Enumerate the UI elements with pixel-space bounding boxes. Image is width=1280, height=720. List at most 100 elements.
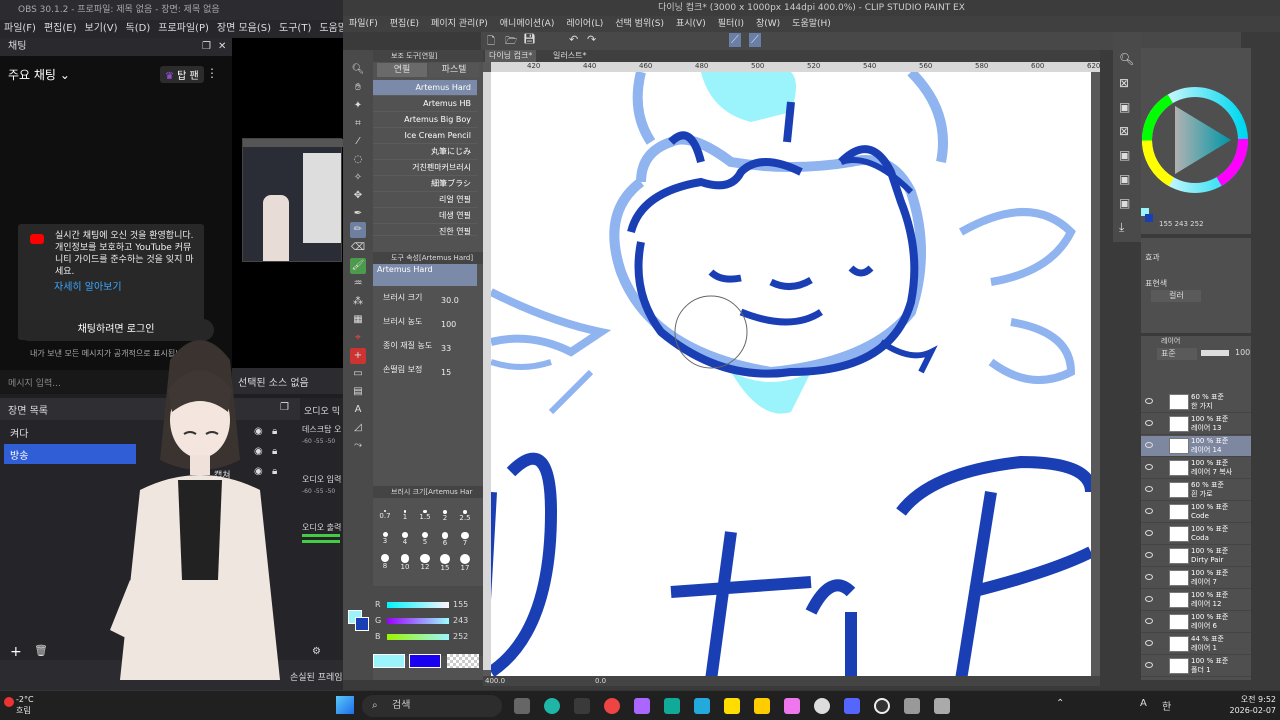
download-icon[interactable]: ⤓ — [1119, 220, 1124, 235]
obs-menu-dock[interactable]: 독(D) — [126, 23, 151, 34]
move-icon[interactable]: ✥ — [350, 188, 366, 204]
brush-item[interactable]: 거친펜마커브러시 — [373, 160, 477, 176]
blend-icon[interactable]: ♒︎ — [350, 276, 366, 292]
csp-menu-file[interactable]: 파일(F) — [349, 19, 378, 29]
eye-icon[interactable] — [1145, 398, 1153, 404]
layer-row[interactable]: 60 % 표준 흰 가로 — [1141, 480, 1251, 501]
csp-menu-help[interactable]: 도움말(H) — [792, 19, 831, 29]
store-icon[interactable] — [694, 698, 710, 714]
eyedropper-icon[interactable]: ⁄ — [350, 134, 366, 150]
obs-menu-help[interactable]: 도움말(H) — [319, 23, 343, 34]
pen-menu-icon[interactable]: A — [1140, 698, 1147, 709]
history-icon[interactable]: ⊠ — [1119, 124, 1129, 138]
csp-menu-view[interactable]: 표시(V) — [676, 19, 706, 29]
operation-icon[interactable]: ⌗ — [350, 116, 366, 132]
fill-icon[interactable]: ⌖ — [350, 330, 366, 346]
snap-special-icon[interactable]: ⟋ — [749, 33, 761, 47]
obs-menu-file[interactable]: 파일(F) — [4, 23, 36, 34]
brush-size-cell[interactable]: 1.5 — [415, 510, 435, 521]
open-folder-icon[interactable]: 🗁 — [505, 34, 517, 51]
brush-size-cell[interactable]: 2.5 — [455, 510, 475, 522]
add-icon[interactable]: + — [10, 644, 22, 660]
select-icon[interactable]: ✦ — [350, 98, 366, 114]
eye-icon[interactable] — [1145, 662, 1153, 668]
wand-icon[interactable]: ✧ — [350, 170, 366, 186]
tool-property-brush[interactable]: Artemus Hard — [373, 264, 477, 286]
subview-icon[interactable]: ⊠ — [1119, 76, 1129, 90]
weather-widget[interactable]: -2°C 흐림 — [16, 694, 34, 716]
zoom-icon[interactable]: 🔍︎ — [350, 62, 366, 78]
app-icon[interactable] — [934, 698, 950, 714]
file-explorer-icon[interactable] — [574, 698, 590, 714]
folder-icon[interactable] — [754, 698, 770, 714]
opacity-value[interactable]: 100 — [1235, 348, 1250, 357]
clip-studio-icon[interactable] — [814, 698, 830, 714]
info-icon[interactable]: ▣ — [1119, 148, 1130, 162]
task-view-icon[interactable] — [514, 698, 530, 714]
brush-size-cell[interactable]: 17 — [455, 554, 475, 572]
eye-icon[interactable] — [1145, 530, 1153, 536]
redo-icon[interactable]: ↷ — [587, 33, 596, 46]
app-icon[interactable] — [634, 698, 650, 714]
prop-stabilization-value[interactable]: 15 — [441, 368, 451, 377]
airbrush-icon[interactable]: ⁂ — [350, 294, 366, 310]
app-icon[interactable] — [904, 698, 920, 714]
obs-menu-profile[interactable]: 프로파일(P) — [158, 23, 209, 34]
brush-size-cell[interactable]: 10 — [395, 554, 415, 571]
rotate-value[interactable]: 0.0 — [595, 677, 606, 685]
chat-mode-selector[interactable]: 주요 채팅 ⌄ — [8, 66, 70, 83]
navigator-icon[interactable]: 🔍︎ — [1119, 52, 1134, 66]
balloon-icon[interactable]: ◿ — [350, 420, 366, 436]
prop-paper-value[interactable]: 33 — [441, 344, 451, 353]
eraser-icon[interactable]: ⌫ — [350, 240, 366, 256]
chevron-up-icon[interactable]: ⌃ — [1056, 698, 1064, 709]
sub-color-swatch[interactable] — [355, 617, 369, 631]
task-icon[interactable]: ▣ — [1119, 172, 1130, 186]
brush-item[interactable]: 細筆ブラシ — [373, 176, 477, 192]
lasso-icon[interactable]: ◌ — [350, 152, 366, 168]
material-icon[interactable]: ▣ — [1119, 100, 1130, 114]
layer-row[interactable]: 100 % 표준 레이어 12 — [1141, 590, 1251, 611]
brush-size-cell[interactable]: 5 — [415, 532, 435, 546]
brush-item[interactable]: Artemus HB — [373, 96, 477, 112]
brush-item[interactable]: Ice Cream Pencil — [373, 128, 477, 144]
brush-size-cell[interactable]: 0.7 — [375, 510, 395, 520]
eye-icon[interactable] — [1145, 574, 1153, 580]
csp-menu-layer[interactable]: 레이어(L) — [566, 19, 603, 29]
layer-row[interactable]: 100 % 표준 레이어 7 복사 — [1141, 458, 1251, 479]
brush-size-cell[interactable]: 6 — [435, 532, 455, 547]
undo-icon[interactable]: ↶ — [569, 33, 578, 46]
layer-row[interactable]: 44 % 표준 레이어 1 — [1141, 634, 1251, 655]
hand-icon[interactable]: ✋︎ — [350, 80, 366, 96]
blue-value[interactable]: 252 — [453, 632, 468, 641]
red-slider[interactable] — [387, 602, 449, 608]
canvas-tab[interactable]: 일러스트* — [549, 50, 590, 62]
main-color-chip[interactable] — [373, 654, 405, 668]
zoom-value[interactable]: 400.0 — [485, 677, 505, 685]
tab-pencil[interactable]: 연필 — [377, 63, 427, 77]
new-file-icon[interactable]: 🗋 — [487, 34, 495, 51]
green-value[interactable]: 243 — [453, 616, 468, 625]
color-wheel[interactable] — [1141, 86, 1249, 196]
eye-icon[interactable] — [1145, 442, 1153, 448]
layer-row[interactable]: 100 % 표준 레이어 14 — [1141, 436, 1251, 457]
drawing-canvas[interactable] — [491, 72, 1091, 680]
prop-brush-size-value[interactable]: 30.0 — [441, 296, 459, 305]
paint-icon[interactable] — [784, 698, 800, 714]
brush-size-cell[interactable]: 1 — [395, 510, 415, 521]
eye-icon[interactable] — [1145, 508, 1153, 514]
red-value[interactable]: 155 — [453, 600, 468, 609]
float-icon[interactable]: ❐ — [202, 38, 211, 56]
opacity-slider[interactable] — [1201, 350, 1229, 356]
sub-color-mini[interactable] — [1145, 214, 1153, 222]
layer-row[interactable]: 100 % 표준 레이어 13 — [1141, 414, 1251, 435]
layer-row[interactable]: 100 % 표준 Coda — [1141, 524, 1251, 545]
clock[interactable]: 오전 9:52 2026-02-07 — [1220, 694, 1277, 716]
eye-icon[interactable] — [1145, 552, 1153, 558]
csp-menu-animation[interactable]: 애니메이션(A) — [500, 19, 555, 29]
save-icon[interactable]: 💾︎ — [523, 34, 536, 45]
blend-mode-select[interactable]: 표준 — [1157, 348, 1197, 360]
expression-select[interactable]: 컬러 — [1151, 290, 1201, 302]
gradient-icon[interactable]: ▦ — [350, 312, 366, 328]
eye-icon[interactable] — [1145, 464, 1153, 470]
